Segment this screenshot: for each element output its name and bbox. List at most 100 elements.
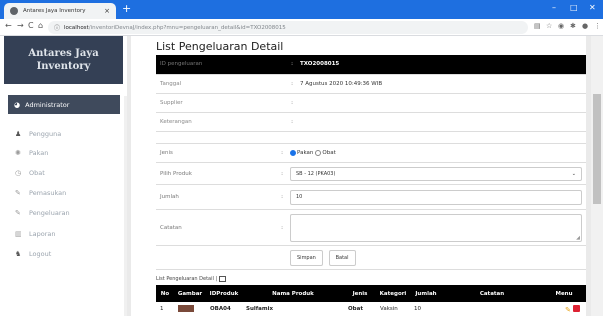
col-header: Catatan [442, 285, 542, 302]
sidebar-item-label: Pakan [29, 149, 49, 157]
pakan-radio-label[interactable]: Pakan [297, 150, 313, 156]
url-input[interactable]: ⓘ localhost /inventoriDevnaJ/index.php?m… [48, 21, 528, 34]
sidebar-item-logout[interactable]: ♞ Logout [15, 250, 51, 258]
obat-radio[interactable] [315, 150, 322, 156]
list-caption-text: List Pengeluaran Detail | [156, 276, 218, 282]
col-header: IDProduk [206, 285, 242, 302]
speedometer-icon: ◕ [14, 100, 21, 109]
detail-list-table: No Gambar IDProduk Nama Produk Jenis Kat… [156, 285, 586, 316]
detail-form: Jenis : Pakan Obat Pilih Produk : SB - 1… [156, 143, 586, 270]
cell-kategori: Vaksin [380, 306, 398, 312]
header-info-table: ID pengeluaran : TXO2008015 Tanggal : 7 … [156, 55, 586, 132]
keterangan-value [298, 112, 586, 132]
tanggal-value: 7 Agustus 2020 10:49:36 WIB [298, 74, 586, 94]
delete-icon[interactable] [573, 304, 580, 312]
col-header: Gambar [174, 285, 206, 302]
sidebar-item-label: Pengguna [29, 130, 62, 138]
translate-icon[interactable]: ▤ [534, 22, 541, 30]
cell-jenis: Obat [348, 306, 363, 312]
cell-nama: Sulfamix [246, 306, 274, 312]
pakan-radio[interactable] [290, 150, 296, 156]
sidebar-item-laporan[interactable]: ▥ Laporan [15, 230, 55, 238]
group-icon: ♞ [15, 250, 22, 258]
col-header: Jenis [344, 285, 376, 302]
cell-no: 1 [160, 306, 164, 312]
sidebar-item-label: Logout [29, 250, 52, 258]
clock-icon: ◷ [15, 169, 22, 177]
colon: : [276, 209, 288, 246]
cell-catatan [442, 302, 542, 316]
col-header: Nama Produk [242, 285, 344, 302]
tanggal-label: Tanggal [156, 74, 286, 94]
minimize-button[interactable]: – [552, 3, 556, 12]
save-button[interactable]: Simpan [290, 249, 323, 266]
new-tab-button[interactable]: + [122, 3, 131, 15]
produk-label: Pilih Produk [156, 162, 276, 185]
produk-select[interactable]: SB - 12 (PKA03) ⌄ [290, 166, 582, 181]
form-row-produk: Pilih Produk : SB - 12 (PKA03) ⌄ [156, 162, 586, 185]
obat-radio-label[interactable]: Obat [322, 150, 335, 156]
jumlah-label: Jumlah [156, 184, 276, 210]
supplier-label: Supplier [156, 93, 286, 113]
form-row-jenis: Jenis : Pakan Obat [156, 143, 586, 163]
home-icon[interactable]: ⌂ [38, 21, 43, 30]
puzzle-icon[interactable]: ✱ [570, 22, 576, 30]
browser-menu-icon[interactable]: ⋮ [594, 22, 601, 30]
edit-icon[interactable]: ✎ [565, 306, 571, 314]
page-scrollbar[interactable] [591, 36, 603, 316]
sidebar-item-label: Pengeluaran [29, 209, 70, 217]
favicon-icon [10, 7, 18, 15]
browser-tab[interactable]: Antares Jaya Inventory × [4, 3, 116, 19]
colon: : [286, 93, 298, 113]
col-header: Menu [542, 285, 586, 302]
keterangan-label: Keterangan [156, 112, 286, 132]
tab-close-icon[interactable]: × [104, 7, 110, 15]
col-header: Jumlah [410, 285, 442, 302]
scrollbar-thumb[interactable] [593, 94, 601, 204]
tab-title: Antares Jaya Inventory [23, 8, 86, 14]
content-panel: List Pengeluaran Detail ID pengeluaran :… [156, 36, 586, 316]
bookmark-star-icon[interactable]: ☆ [546, 22, 552, 30]
cell-jumlah: 10 [414, 306, 421, 312]
sidebar-item-pemasukan[interactable]: ✎ Pemasukan [15, 189, 66, 197]
user-icon: ♟ [15, 130, 22, 138]
colon: : [276, 143, 288, 163]
sidebar-item-label: Obat [29, 169, 45, 177]
sidebar-item-pakan[interactable]: ✺ Pakan [15, 149, 48, 157]
maximize-button[interactable]: □ [570, 3, 578, 12]
sidebar-item-pengeluaran[interactable]: ✎ Pengeluaran [15, 209, 70, 217]
url-host: localhost [64, 24, 89, 31]
brand-line2: Inventory [36, 61, 91, 72]
print-icon[interactable] [219, 276, 227, 282]
resize-grip-icon[interactable]: ◢ [576, 235, 580, 241]
profile-avatar-icon[interactable]: ● [582, 22, 588, 30]
address-bar-row: ← → C ⌂ ⓘ localhost /inventoriDevnaJ/ind… [0, 19, 603, 36]
reload-icon[interactable]: C [28, 21, 34, 30]
id-value: TXO2008015 [298, 55, 586, 75]
product-thumbnail [178, 304, 194, 312]
table-header-row: No Gambar IDProduk Nama Produk Jenis Kat… [156, 285, 586, 302]
colon: : [286, 74, 298, 94]
url-path: /inventoriDevnaJ/index.php?mnu=pengeluar… [88, 24, 286, 31]
cancel-button[interactable]: Batal [328, 249, 356, 266]
info-icon[interactable]: ⓘ [54, 23, 60, 32]
info-row-keterangan: Keterangan : [156, 112, 586, 132]
sidebar-item-label: Laporan [29, 230, 56, 238]
brand-line1: Antares Jaya [28, 48, 99, 59]
extension-icon[interactable]: ◉ [558, 22, 564, 30]
jenis-radio-group: Pakan Obat [290, 150, 582, 156]
catatan-textarea[interactable]: ◢ [290, 213, 582, 242]
forward-icon[interactable]: → [17, 21, 24, 30]
sidebar-item-label: Pemasukan [29, 189, 67, 197]
colon: : [286, 55, 298, 75]
colon: : [276, 184, 288, 210]
sidebar-item-obat[interactable]: ◷ Obat [15, 169, 45, 177]
colon: : [286, 112, 298, 132]
cell-id: OBA04 [210, 306, 231, 312]
back-icon[interactable]: ← [5, 21, 12, 30]
form-row-buttons: Simpan Batal [156, 245, 586, 270]
close-window-button[interactable]: ✕ [589, 3, 596, 12]
table-row: 1 OBA04 Sulfamix Obat Vaksin 10 ✎ [156, 302, 586, 316]
jumlah-input[interactable]: 10 [290, 189, 582, 205]
sidebar-item-pengguna[interactable]: ♟ Pengguna [15, 130, 61, 138]
